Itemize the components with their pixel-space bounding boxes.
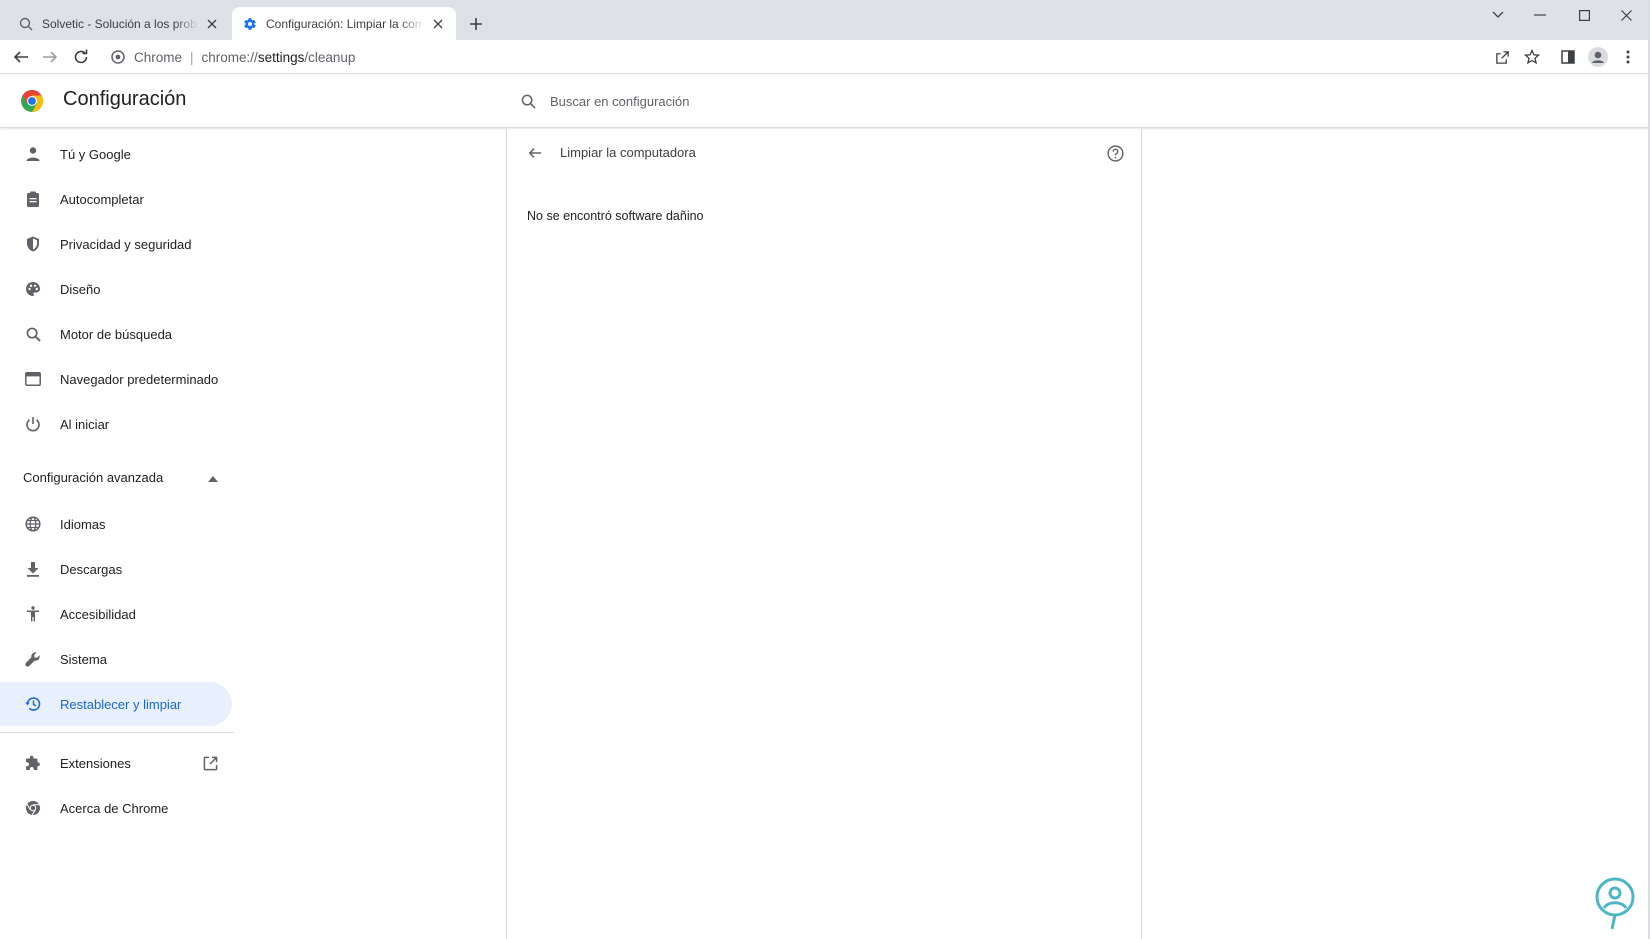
- subpage-title: Limpiar la computadora: [560, 145, 696, 160]
- cleanup-subpage-card: Limpiar la computadora No se encontró so…: [506, 129, 1142, 939]
- sidebar-item-languages[interactable]: Idiomas: [0, 502, 232, 546]
- sidebar-item-search-engine[interactable]: Motor de búsqueda: [0, 312, 232, 356]
- settings-search: [518, 88, 950, 114]
- restore-icon: [23, 694, 43, 714]
- sidebar-item-label: Privacidad y seguridad: [60, 236, 192, 252]
- sidebar-item-default-browser[interactable]: Navegador predeterminado: [0, 357, 232, 401]
- share-icon[interactable]: [1492, 47, 1512, 67]
- search-input[interactable]: [550, 93, 950, 109]
- bookmark-star-icon[interactable]: [1522, 47, 1542, 67]
- sidebar-divider: [0, 732, 234, 733]
- wrench-icon: [23, 649, 43, 669]
- advanced-section-toggle[interactable]: Configuración avanzada: [23, 462, 218, 492]
- maximize-icon[interactable]: [1564, 4, 1604, 26]
- help-icon[interactable]: [1104, 142, 1126, 164]
- person-icon: [23, 144, 43, 164]
- address-bar[interactable]: Chrome | chrome://settings/cleanup: [110, 45, 355, 69]
- shield-icon: [23, 234, 43, 254]
- sidebar-item-label: Restablecer y limpiar: [60, 696, 182, 712]
- site-label: Chrome: [134, 49, 183, 65]
- puzzle-icon: [23, 753, 43, 773]
- omnibox-separator: |: [190, 49, 194, 65]
- advanced-section-label: Configuración avanzada: [23, 469, 164, 485]
- back-arrow-icon[interactable]: [525, 143, 545, 163]
- sidebar-item-you-and-google[interactable]: Tú y Google: [0, 132, 232, 176]
- sidebar-item-label: Navegador predeterminado: [60, 371, 219, 387]
- globe-icon: [23, 514, 43, 534]
- sidebar-item-reset-and-cleanup[interactable]: Restablecer y limpiar: [0, 682, 232, 726]
- sidebar-item-label: Autocompletar: [60, 191, 144, 207]
- window-close-icon[interactable]: [1606, 4, 1646, 26]
- url-scheme: chrome://: [201, 49, 258, 65]
- more-menu-icon[interactable]: [1618, 47, 1638, 67]
- sidebar-item-label: Al iniciar: [60, 416, 110, 432]
- chrome-icon: [110, 49, 126, 65]
- power-icon: [23, 414, 43, 434]
- sidebar-item-autofill[interactable]: Autocompletar: [0, 177, 232, 221]
- arrow-up-icon: [208, 470, 218, 485]
- profile-avatar-icon[interactable]: [1588, 47, 1608, 67]
- chrome-icon: [23, 798, 43, 818]
- sidebar-item-on-startup[interactable]: Al iniciar: [0, 402, 232, 446]
- search-icon: [518, 91, 538, 111]
- page-title: Configuración: [63, 88, 187, 110]
- sidebar-item-accessibility[interactable]: Accesibilidad: [0, 592, 232, 636]
- sidebar-item-extensions[interactable]: Extensiones: [0, 741, 232, 785]
- tab-title: Configuración: Limpiar la computadora: [266, 16, 424, 31]
- settings-sidebar: Tú y Google Autocompletar Privacidad y s…: [0, 129, 240, 939]
- sidebar-item-label: Descargas: [60, 561, 123, 577]
- solvetic-watermark-logo: [1590, 875, 1640, 931]
- gear-icon: [242, 16, 258, 32]
- sidebar-item-label: Acerca de Chrome: [60, 800, 169, 816]
- sidebar-item-downloads[interactable]: Descargas: [0, 547, 232, 591]
- sidebar-item-label: Accesibilidad: [60, 606, 136, 622]
- browser-toolbar: Chrome | chrome://settings/cleanup: [0, 40, 1650, 74]
- minimize-icon[interactable]: [1520, 4, 1560, 26]
- external-link-icon: [200, 753, 220, 773]
- clipboard-icon: [23, 189, 43, 209]
- close-icon[interactable]: [430, 16, 446, 32]
- new-tab-plus-icon[interactable]: [466, 14, 486, 34]
- tab-strip: Solvetic - Solución a los problemas info…: [0, 0, 1650, 40]
- tab-search-chevron-down-icon[interactable]: [1478, 4, 1518, 26]
- browser-icon: [23, 369, 43, 389]
- sidebar-item-about-chrome[interactable]: Acerca de Chrome: [0, 786, 232, 830]
- url-path: /cleanup: [304, 49, 356, 65]
- search-favicon-icon: [18, 16, 34, 32]
- sidebar-item-privacy[interactable]: Privacidad y seguridad: [0, 222, 232, 266]
- sidebar-item-label: Sistema: [60, 651, 107, 667]
- tab-solvetic[interactable]: Solvetic - Solución a los problemas info…: [8, 7, 230, 40]
- sidebar-item-label: Diseño: [60, 281, 101, 297]
- sidebar-item-label: Extensiones: [60, 755, 131, 771]
- palette-icon: [23, 279, 43, 299]
- sidebar-item-label: Tú y Google: [60, 146, 131, 162]
- back-arrow-icon[interactable]: [11, 47, 31, 67]
- tab-title: Solvetic - Solución a los problemas info…: [42, 16, 198, 31]
- settings-header: Configuración: [0, 74, 1650, 128]
- reload-icon[interactable]: [71, 47, 91, 67]
- close-icon[interactable]: [204, 16, 220, 32]
- url-host: settings: [257, 49, 305, 65]
- sidebar-item-label: Idiomas: [60, 516, 106, 532]
- sidebar-item-label: Motor de búsqueda: [60, 326, 173, 342]
- scan-status-text: No se encontró software dañino: [527, 209, 704, 223]
- forward-arrow-icon[interactable]: [40, 47, 60, 67]
- side-panel-icon[interactable]: [1558, 47, 1578, 67]
- sidebar-item-system[interactable]: Sistema: [0, 637, 232, 681]
- chrome-logo-icon: [20, 89, 44, 113]
- download-icon: [23, 559, 43, 579]
- sidebar-item-appearance[interactable]: Diseño: [0, 267, 232, 311]
- accessibility-icon: [23, 604, 43, 624]
- search-icon: [23, 324, 43, 344]
- tab-settings-cleanup[interactable]: Configuración: Limpiar la computadora: [232, 7, 456, 40]
